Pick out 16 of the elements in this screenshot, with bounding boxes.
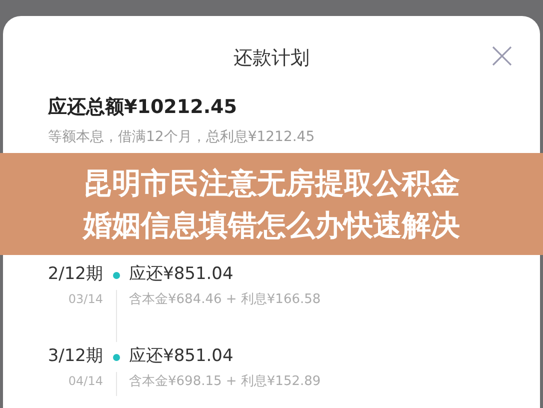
due-date: 04/14 [68,373,103,390]
due-amount: 应还¥851.04 [129,263,234,286]
timeline-dot [112,272,120,278]
due-amount: 应还¥851.04 [129,345,234,368]
banner-title-line: 昆明市民注意无房提取公积金 [83,164,460,202]
sheet-title: 还款计划 [234,46,310,71]
loan-detail: 等额本息，借满12个月，总利息¥1212.45 [48,128,316,147]
total-amount: 应还总额¥10212.45 [48,94,238,120]
due-date: 03/14 [68,291,103,308]
period-label: 3/12期 [48,345,103,368]
amount-breakdown: 含本金¥698.15 + 利息¥152.89 [129,373,322,391]
timeline-dot [112,354,120,360]
banner-title-line: 婚姻信息填错怎么办快速解决 [83,207,460,244]
amount-breakdown: 含本金¥684.46 + 利息¥166.58 [129,291,322,309]
period-label: 2/12期 [48,263,103,286]
close-icon[interactable] [492,46,512,66]
